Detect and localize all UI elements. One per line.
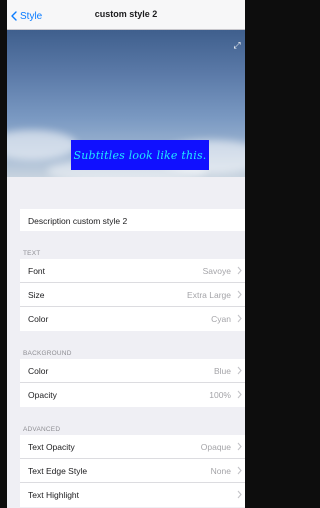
advanced-settings-group: Text Opacity Opaque Text Edge Style None… xyxy=(20,435,245,507)
setting-value: Opaque xyxy=(200,442,231,452)
setting-label: Size xyxy=(28,290,45,300)
subtitle-sample-text: Subtitles look like this. xyxy=(73,148,207,162)
text-settings-group: Font Savoye Size Extra Large Color Cyan xyxy=(20,259,245,331)
setting-label: Color xyxy=(28,314,49,324)
setting-label: Text Edge Style xyxy=(28,466,88,476)
chevron-right-icon xyxy=(237,314,242,323)
setting-label: Font xyxy=(28,266,46,276)
setting-row-font[interactable]: Font Savoye xyxy=(20,259,245,283)
setting-value: Extra Large xyxy=(187,290,231,300)
setting-label: Color xyxy=(28,366,49,376)
setting-row-size[interactable]: Size Extra Large xyxy=(20,283,245,307)
description-field[interactable]: Description custom style 2 xyxy=(20,209,245,231)
setting-value: Savoye xyxy=(202,266,231,276)
description-value: custom style 2 xyxy=(72,216,128,226)
style-settings-screen: Style custom style 2 ⤢ Subtitles look li… xyxy=(7,0,245,508)
setting-row-background-opacity[interactable]: Opacity 100% xyxy=(20,383,245,407)
setting-row-text-opacity[interactable]: Text Opacity Opaque xyxy=(20,435,245,459)
setting-value: Blue xyxy=(213,366,231,376)
chevron-right-icon xyxy=(237,390,242,399)
chevron-right-icon xyxy=(237,266,242,275)
setting-row-text-highlight[interactable]: Text Highlight xyxy=(20,483,245,507)
setting-label: Text Opacity xyxy=(28,442,75,452)
subtitle-sample-box: Subtitles look like this. xyxy=(71,140,209,170)
chevron-right-icon xyxy=(237,490,242,499)
description-label: Description xyxy=(28,216,71,226)
background-settings-group: Color Blue Opacity 100% xyxy=(20,359,245,407)
subtitle-preview: ⤢ Subtitles look like this. xyxy=(7,30,245,177)
section-header-background: BACKGROUND xyxy=(23,350,72,357)
section-header-advanced: ADVANCED xyxy=(23,426,61,433)
chevron-right-icon xyxy=(237,442,242,451)
section-header-text: TEXT xyxy=(23,250,41,257)
setting-value: None xyxy=(210,466,231,476)
expand-icon[interactable]: ⤢ xyxy=(232,40,242,50)
setting-row-background-color[interactable]: Color Blue xyxy=(20,359,245,383)
chevron-right-icon xyxy=(237,366,242,375)
setting-value: Cyan xyxy=(211,314,231,324)
chevron-right-icon xyxy=(237,290,242,299)
cloud xyxy=(7,130,77,160)
setting-row-text-color[interactable]: Color Cyan xyxy=(20,307,245,331)
setting-label: Opacity xyxy=(28,390,57,400)
setting-value: 100% xyxy=(209,390,231,400)
page-title: custom style 2 xyxy=(94,9,158,19)
setting-row-text-edge-style[interactable]: Text Edge Style None xyxy=(20,459,245,483)
setting-label: Text Highlight xyxy=(28,490,80,500)
chevron-right-icon xyxy=(237,466,242,475)
navigation-bar: Style custom style 2 xyxy=(7,0,245,30)
